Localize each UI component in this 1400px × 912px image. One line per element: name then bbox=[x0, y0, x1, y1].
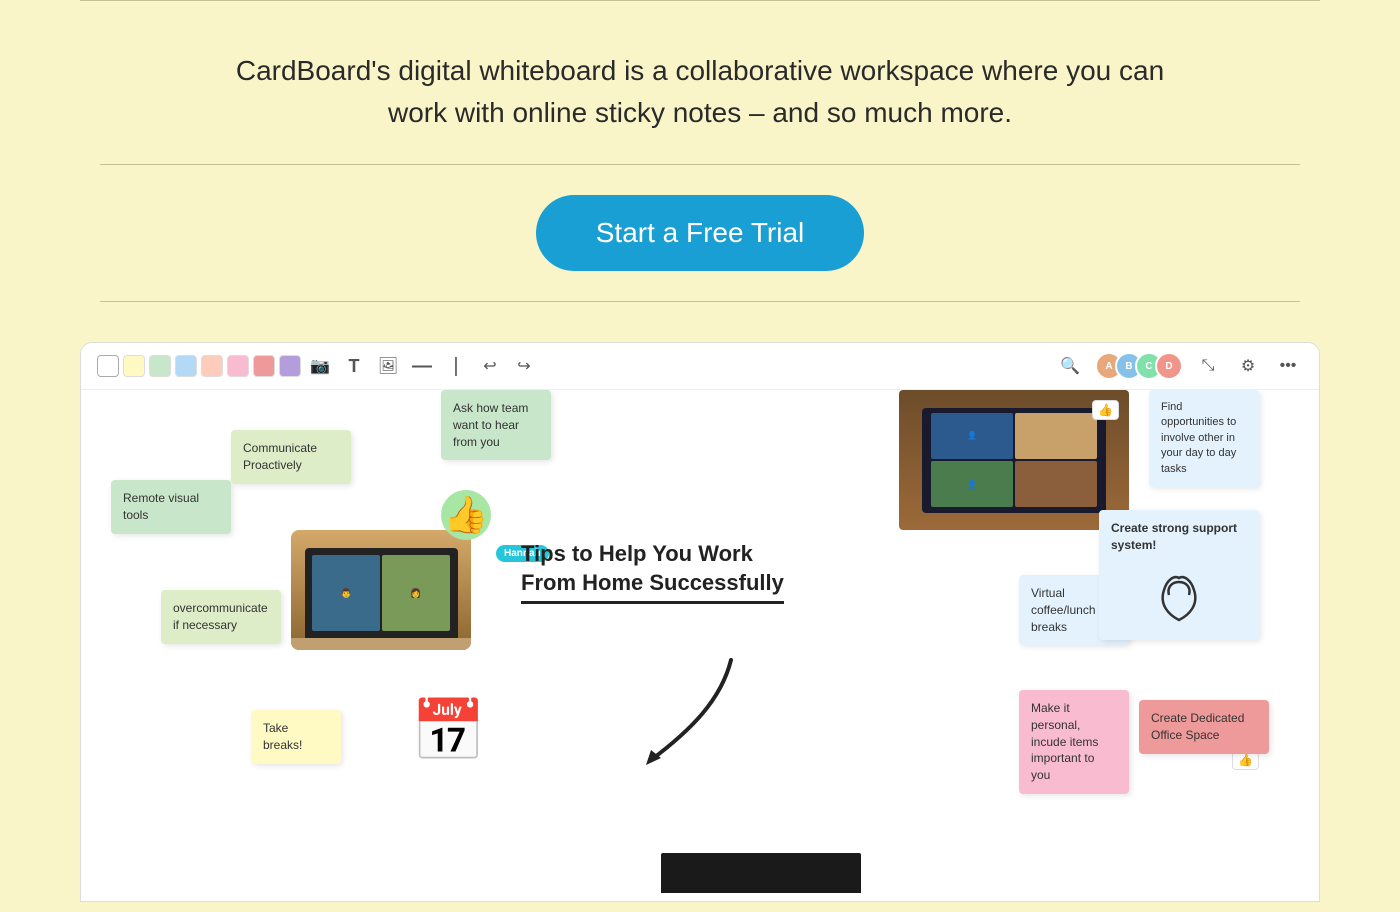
line-tool[interactable]: — bbox=[407, 351, 437, 381]
toolbar: 📷 T 🖼 — | ↩ ↪ 🔍 A B C D ⤡ ⚙ ••• bbox=[81, 343, 1319, 390]
start-trial-button[interactable]: Start a Free Trial bbox=[536, 195, 865, 271]
sticky-note-communicate[interactable]: Communicate Proactively bbox=[231, 430, 351, 484]
color-peach[interactable] bbox=[201, 355, 223, 377]
note-overcommunicate-text: overcommunicate if necessary bbox=[173, 601, 268, 632]
hero-section: CardBoard's digital whiteboard is a coll… bbox=[0, 0, 1400, 342]
settings-icon[interactable]: ⚙ bbox=[1233, 351, 1263, 381]
whiteboard-container: 📷 T 🖼 — | ↩ ↪ 🔍 A B C D ⤡ ⚙ ••• Remote v… bbox=[80, 342, 1320, 902]
note-take-text: Take breaks! bbox=[263, 721, 302, 752]
black-bar bbox=[661, 853, 861, 893]
note-virtual-text: Virtual coffee/lunch breaks bbox=[1031, 586, 1096, 634]
toolbar-right: 🔍 A B C D ⤡ ⚙ ••• bbox=[1055, 351, 1303, 381]
image-tool[interactable]: 🖼 bbox=[373, 351, 403, 381]
sticky-note-opportunities[interactable]: Find opportunities to involve other in y… bbox=[1149, 390, 1259, 487]
redo-button[interactable]: ↪ bbox=[509, 351, 539, 381]
avatar: D bbox=[1155, 352, 1183, 380]
color-white[interactable] bbox=[97, 355, 119, 377]
camera-tool[interactable]: 📷 bbox=[305, 351, 335, 381]
thumbs-up-sticker: 👍 bbox=[441, 490, 491, 540]
sticky-note-overcommunicate[interactable]: overcommunicate if necessary bbox=[161, 590, 281, 644]
color-pink[interactable] bbox=[227, 355, 249, 377]
title-line1: Tips to Help You Work bbox=[521, 541, 753, 566]
note-communicate-text: Communicate Proactively bbox=[243, 441, 317, 472]
avatar-group: A B C D bbox=[1095, 352, 1183, 380]
color-yellow[interactable] bbox=[123, 355, 145, 377]
note-ask-text: Ask how team want to hear from you bbox=[453, 401, 528, 449]
arrow-drawing bbox=[631, 640, 831, 770]
like-button-top[interactable]: 👍 bbox=[1092, 400, 1119, 420]
color-green[interactable] bbox=[149, 355, 171, 377]
color-purple[interactable] bbox=[279, 355, 301, 377]
calendar-image: 📅 bbox=[411, 695, 486, 766]
sticky-note-support[interactable]: Create strong support system! bbox=[1099, 510, 1259, 640]
laptop-image: 👨 👩 bbox=[291, 530, 471, 650]
color-red[interactable] bbox=[253, 355, 275, 377]
note-dedicated-text: Create Dedicated Office Space bbox=[1151, 711, 1244, 742]
divider-bottom bbox=[100, 301, 1300, 302]
undo-button[interactable]: ↩ bbox=[475, 351, 505, 381]
canvas-area[interactable]: Remote visual tools Communicate Proactiv… bbox=[81, 390, 1319, 893]
divider-top bbox=[100, 164, 1300, 165]
expand-icon[interactable]: ⤡ bbox=[1193, 351, 1223, 381]
color-blue[interactable] bbox=[175, 355, 197, 377]
canvas-title: Tips to Help You Work From Home Successf… bbox=[521, 540, 784, 604]
note-support-text: Create strong support system! bbox=[1111, 521, 1237, 552]
sticky-note-take-breaks[interactable]: Take breaks! bbox=[251, 710, 341, 764]
sticky-note-dedicated[interactable]: Create Dedicated Office Space bbox=[1139, 700, 1269, 754]
note-make-text: Make it personal, incude items important… bbox=[1031, 701, 1098, 782]
title-line2: From Home Successfully bbox=[521, 570, 784, 595]
note-remote-text: Remote visual tools bbox=[123, 491, 199, 522]
text-tool[interactable]: T bbox=[339, 351, 369, 381]
hero-desc-line1: CardBoard's digital whiteboard is a coll… bbox=[236, 55, 1164, 86]
muscle-drawing bbox=[1139, 560, 1219, 630]
hero-desc-line2: work with online sticky notes – and so m… bbox=[388, 97, 1012, 128]
search-icon[interactable]: 🔍 bbox=[1055, 351, 1085, 381]
hero-description: CardBoard's digital whiteboard is a coll… bbox=[220, 50, 1180, 134]
sticky-note-make-personal[interactable]: Make it personal, incude items important… bbox=[1019, 690, 1129, 794]
divider-tool[interactable]: | bbox=[441, 351, 471, 381]
note-opportunities-text: Find opportunities to involve other in y… bbox=[1161, 401, 1236, 475]
sticky-note-remote[interactable]: Remote visual tools bbox=[111, 480, 231, 534]
sticky-note-ask[interactable]: Ask how team want to hear from you bbox=[441, 390, 551, 460]
more-icon[interactable]: ••• bbox=[1273, 351, 1303, 381]
